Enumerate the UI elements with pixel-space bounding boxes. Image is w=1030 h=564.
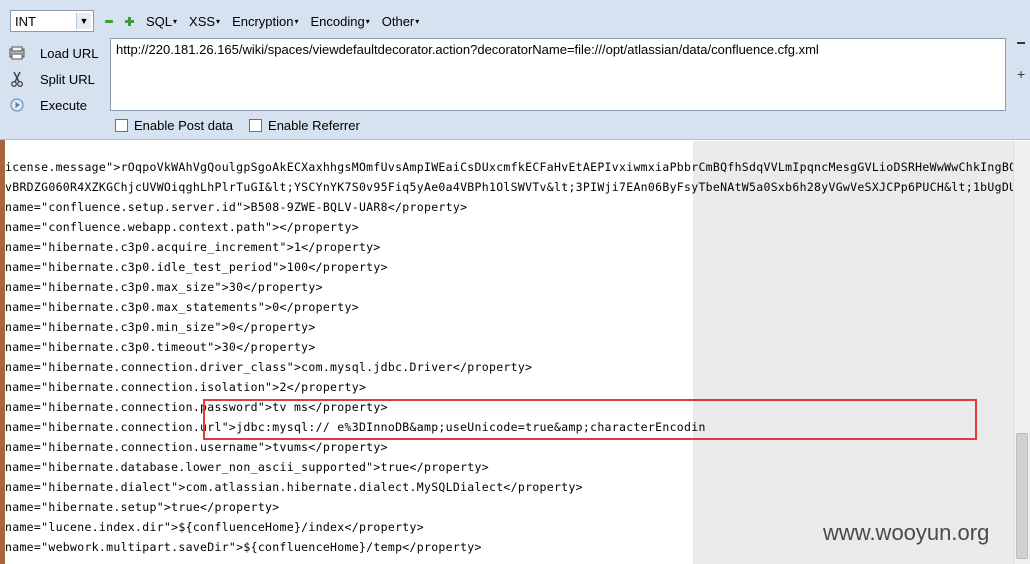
options-row: Enable Post data Enable Referrer	[115, 118, 376, 133]
dropdown-arrow-icon: ▾	[173, 16, 178, 26]
xml-line: name="hibernate.c3p0.timeout">30</proper…	[5, 340, 316, 354]
minus-icon	[105, 19, 113, 23]
collapse-icon[interactable]	[1017, 42, 1025, 44]
xml-line: name="hibernate.connection.username">tvu…	[5, 440, 388, 454]
execute-label: Execute	[40, 97, 87, 113]
enable-referrer-checkbox[interactable]: Enable Referrer	[249, 118, 360, 133]
chevron-down-icon[interactable]: ▼	[76, 13, 91, 29]
type-select-value: INT	[15, 13, 36, 29]
watermark: www.wooyun.org	[823, 520, 990, 545]
xml-line: name="confluence.webapp.context.path"></…	[5, 220, 359, 234]
dropdown-arrow-icon: ▾	[216, 16, 221, 26]
highlight-box	[203, 399, 977, 440]
checkbox-box[interactable]	[249, 119, 263, 132]
action-list: Load URL Split URL Execute	[8, 40, 108, 118]
execute-button[interactable]: Execute	[8, 92, 108, 118]
checkbox-box[interactable]	[115, 119, 128, 132]
enable-post-data-label: Enable Post data	[134, 118, 234, 133]
load-url-label: Load URL	[40, 45, 99, 61]
split-url-label: Split URL	[40, 71, 95, 87]
plus-icon	[124, 16, 134, 26]
xml-line: name="hibernate.dialect">com.atlassian.h…	[5, 480, 583, 494]
xml-line: name="hibernate.database.lower_non_ascii…	[5, 460, 489, 474]
decrement-button[interactable]	[104, 16, 114, 26]
expand-icon[interactable]: +	[1017, 66, 1025, 82]
toolbar-row: INT ▼ SQL ▾ XSS ▾ Encryption ▾ Encoding ▾ Ot…	[10, 10, 419, 32]
hackbar-toolbar: INT ▼ SQL ▾ XSS ▾ Encryption ▾ Encoding ▾ Ot…	[0, 0, 1030, 140]
type-select[interactable]: INT ▼	[10, 10, 94, 32]
url-text: http://220.181.26.165/wiki/spaces/viewde…	[116, 42, 819, 57]
xml-lines: icense.message">rOqpoVkWAhVgQoulgpSgoAkE…	[5, 157, 1013, 557]
xml-line: name="hibernate.setup">true</property>	[5, 500, 280, 514]
xml-line: name="confluence.setup.server.id">B508-9…	[5, 200, 468, 214]
dropdown-arrow-icon: ▾	[365, 16, 370, 26]
split-url-button[interactable]: Split URL	[8, 66, 108, 92]
xml-line: name="hibernate.c3p0.max_size">30</prope…	[5, 280, 323, 294]
xml-line: name="hibernate.connection.isolation">2<…	[5, 380, 367, 394]
play-icon	[8, 97, 26, 113]
enable-post-data-checkbox[interactable]: Enable Post data	[115, 118, 233, 133]
vertical-scrollbar[interactable]	[1013, 141, 1030, 564]
dropdown-arrow-icon: ▾	[294, 16, 299, 26]
menu-xss[interactable]: XSS ▾	[189, 14, 220, 29]
enable-referrer-label: Enable Referrer	[268, 118, 360, 133]
scissors-icon	[8, 71, 26, 87]
url-textarea[interactable]: http://220.181.26.165/wiki/spaces/viewde…	[110, 38, 1006, 111]
xml-line: name="hibernate.c3p0.idle_test_period">1…	[5, 260, 388, 274]
scrollbar-thumb[interactable]	[1016, 433, 1028, 559]
xml-line: name="hibernate.c3p0.acquire_increment">…	[5, 240, 381, 254]
xml-line: vBRDZG060R4XZKGChjcUVWOiqghLhPlrTuGI&lt;…	[5, 180, 1013, 194]
dropdown-arrow-icon: ▾	[415, 16, 420, 26]
load-url-button[interactable]: Load URL	[8, 40, 108, 66]
increment-button[interactable]	[124, 16, 134, 26]
load-url-icon	[8, 45, 26, 61]
menu-encoding[interactable]: Encoding ▾	[311, 14, 370, 29]
menu-encryption[interactable]: Encryption ▾	[232, 14, 298, 29]
xml-line: name="hibernate.c3p0.min_size">0</proper…	[5, 320, 316, 334]
response-content: icense.message">rOqpoVkWAhVgQoulgpSgoAkE…	[5, 141, 1013, 564]
xml-line: name="hibernate.c3p0.max_statements">0</…	[5, 300, 359, 314]
xml-line: icense.message">rOqpoVkWAhVgQoulgpSgoAkE…	[5, 160, 1013, 174]
xml-line: name="hibernate.connection.driver_class"…	[5, 360, 533, 374]
menu-other[interactable]: Other ▾	[382, 14, 420, 29]
menu-sql[interactable]: SQL ▾	[146, 14, 177, 29]
